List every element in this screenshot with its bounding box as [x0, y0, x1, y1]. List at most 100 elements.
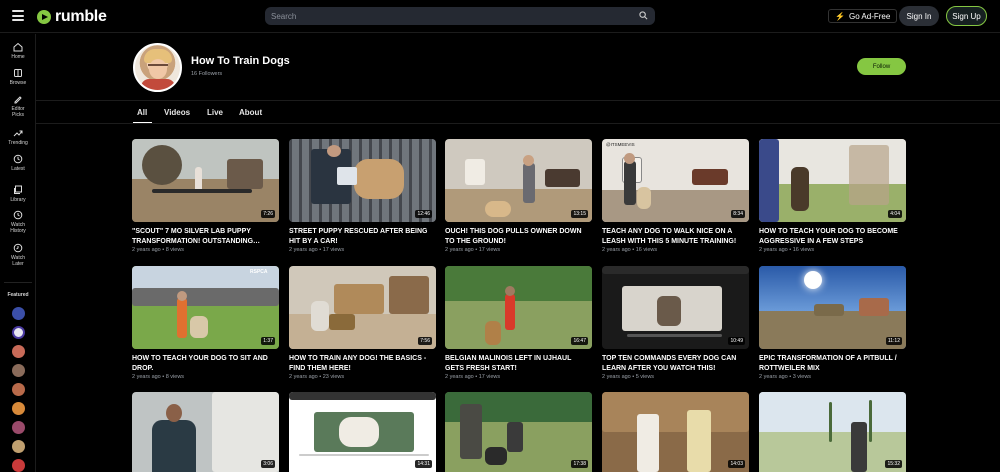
- video-thumbnail[interactable]: 10:49: [602, 266, 749, 349]
- video-thumbnail[interactable]: 14:03: [602, 392, 749, 472]
- video-meta: 2 years ago • 17 views: [289, 247, 345, 253]
- video-title[interactable]: TEACH ANY DOG TO WALK NICE ON A LEASH WI…: [602, 227, 749, 246]
- video-thumbnail[interactable]: 12:46: [289, 139, 436, 222]
- featured-channel-avatar[interactable]: [12, 326, 25, 339]
- video-card[interactable]: @ITSMEEVIS 8:34 TEACH ANY DOG TO WALK NI…: [602, 139, 749, 253]
- lightning-icon: ⚡: [835, 11, 845, 21]
- video-duration: 10:49: [728, 337, 745, 345]
- video-card[interactable]: 3:06: [132, 392, 279, 472]
- search-input[interactable]: [271, 9, 631, 23]
- sidebar-item-home[interactable]: Home: [0, 42, 36, 60]
- video-card[interactable]: 14:31: [289, 392, 436, 472]
- sidebar-item-watch-history[interactable]: Watch History: [0, 210, 36, 234]
- sidebar-item-label: Home: [11, 54, 25, 60]
- video-card[interactable]: 7:56 HOW TO TRAIN ANY DOG! THE BASICS - …: [289, 266, 436, 380]
- go-ad-free-button[interactable]: ⚡ Go Ad-Free: [828, 9, 898, 23]
- video-meta: 2 years ago • 8 views: [132, 247, 185, 253]
- video-card[interactable]: 13:15 OUCH! THIS DOG PULLS OWNER DOWN TO…: [445, 139, 592, 253]
- video-thumbnail[interactable]: 16:47: [445, 266, 592, 349]
- tab-live[interactable]: Live: [207, 108, 223, 117]
- video-card[interactable]: 15:32: [759, 392, 906, 472]
- video-thumbnail[interactable]: 13:15: [445, 139, 592, 222]
- video-duration: 14:03: [728, 460, 745, 468]
- video-title[interactable]: BELGIAN MALINOIS LEFT IN UJHAUL GETS FRE…: [445, 354, 592, 373]
- editor-picks-icon: [14, 96, 22, 104]
- rumble-logo[interactable]: rumble: [37, 8, 107, 26]
- sidebar-item-watch-later[interactable]: Watch Later: [0, 243, 36, 267]
- featured-channel-avatar[interactable]: [12, 402, 25, 415]
- tab-all[interactable]: All: [137, 108, 147, 117]
- featured-channel-avatar[interactable]: [12, 345, 25, 358]
- video-meta: 2 years ago • 17 views: [445, 247, 501, 253]
- video-title[interactable]: HOW TO TRAIN ANY DOG! THE BASICS - FIND …: [289, 354, 436, 373]
- video-card[interactable]: 4:04 HOW TO TEACH YOUR DOG TO BECOME AGG…: [759, 139, 906, 253]
- video-card[interactable]: 11:12 EPIC TRANSFORMATION OF A PITBULL /…: [759, 266, 906, 380]
- follow-button[interactable]: Follow: [857, 58, 906, 75]
- video-thumbnail[interactable]: 11:12: [759, 266, 906, 349]
- video-title[interactable]: EPIC TRANSFORMATION OF A PITBULL / ROTTW…: [759, 354, 906, 373]
- channel-followers: 16 Followers: [191, 71, 223, 77]
- video-card[interactable]: RSPCA 1:37 HOW TO TEACH YOUR DOG TO SIT …: [132, 266, 279, 380]
- video-title[interactable]: HOW TO TEACH YOUR DOG TO BECOME AGGRESSI…: [759, 227, 906, 246]
- video-title[interactable]: "SCOUT" 7 MO SILVER LAB PUPPY TRANSFORMA…: [132, 227, 279, 246]
- channel-name[interactable]: How To Train Dogs: [191, 55, 290, 67]
- video-meta: 2 years ago • 3 views: [759, 374, 812, 380]
- tab-about[interactable]: About: [239, 108, 262, 117]
- video-card[interactable]: 16:47 BELGIAN MALINOIS LEFT IN UJHAUL GE…: [445, 266, 592, 380]
- video-card[interactable]: 14:03: [602, 392, 749, 472]
- sign-in-button[interactable]: Sign In: [899, 6, 939, 26]
- video-meta: 2 years ago • 23 views: [289, 374, 345, 380]
- search-bar: [265, 7, 655, 25]
- sign-up-button[interactable]: Sign Up: [946, 6, 987, 26]
- sidebar-item-latest[interactable]: Latest: [0, 154, 36, 172]
- video-thumbnail[interactable]: 15:32: [759, 392, 906, 472]
- sidebar-item-label: Latest: [11, 166, 25, 172]
- search-icon[interactable]: [639, 11, 648, 20]
- video-thumbnail[interactable]: @ITSMEEVIS 8:34: [602, 139, 749, 222]
- video-card[interactable]: 12:46 STREET PUPPY RESCUED AFTER BEING H…: [289, 139, 436, 253]
- video-meta: 2 years ago • 17 views: [445, 374, 501, 380]
- sidebar-item-label: Library: [10, 197, 26, 203]
- tabs-divider: [36, 123, 1000, 124]
- library-icon: [14, 185, 22, 194]
- sidebar-item-browse[interactable]: Browse: [0, 68, 36, 86]
- video-card[interactable]: 7:26 "SCOUT" 7 MO SILVER LAB PUPPY TRANS…: [132, 139, 279, 253]
- watch-later-icon: [13, 243, 23, 253]
- featured-channel-avatar[interactable]: [12, 307, 25, 320]
- video-meta: 2 years ago • 8 views: [132, 374, 185, 380]
- video-card[interactable]: 17:38: [445, 392, 592, 472]
- featured-channel-avatar[interactable]: [12, 459, 25, 472]
- sidebar-item-library[interactable]: Library: [0, 185, 36, 203]
- video-thumbnail[interactable]: 14:31: [289, 392, 436, 472]
- video-thumbnail[interactable]: 7:56: [289, 266, 436, 349]
- video-title[interactable]: OUCH! THIS DOG PULLS OWNER DOWN TO THE G…: [445, 227, 592, 246]
- video-thumbnail[interactable]: RSPCA 1:37: [132, 266, 279, 349]
- video-duration: 7:26: [261, 210, 275, 218]
- video-title[interactable]: HOW TO TEACH YOUR DOG TO SIT AND DROP.: [132, 354, 279, 373]
- video-card[interactable]: 10:49 TOP TEN COMMANDS EVERY DOG CAN LEA…: [602, 266, 749, 380]
- channel-avatar[interactable]: [133, 43, 182, 92]
- video-thumbnail[interactable]: 7:26: [132, 139, 279, 222]
- sidebar-item-label: Trending: [8, 140, 28, 146]
- featured-channel-avatar[interactable]: [12, 440, 25, 453]
- header-divider: [36, 100, 1000, 101]
- tab-videos[interactable]: Videos: [164, 108, 190, 117]
- video-title[interactable]: TOP TEN COMMANDS EVERY DOG CAN LEARN AFT…: [602, 354, 749, 373]
- history-icon: [13, 210, 23, 220]
- featured-channel-avatar[interactable]: [12, 364, 25, 377]
- video-thumbnail[interactable]: 4:04: [759, 139, 906, 222]
- video-duration: 8:34: [731, 210, 745, 218]
- featured-channel-avatar[interactable]: [12, 421, 25, 434]
- sidebar-item-editor-picks[interactable]: Editor Picks: [0, 94, 36, 118]
- sidebar-item-trending[interactable]: Trending: [0, 128, 36, 146]
- video-duration: 7:56: [418, 337, 432, 345]
- video-title[interactable]: STREET PUPPY RESCUED AFTER BEING HIT BY …: [289, 227, 436, 246]
- video-thumbnail[interactable]: 3:06: [132, 392, 279, 472]
- menu-icon[interactable]: [12, 10, 24, 21]
- top-bar: rumble ⚡ Go Ad-Free Sign In Sign Up: [0, 0, 1000, 33]
- featured-channel-avatar[interactable]: [12, 383, 25, 396]
- go-ad-free-label: Go Ad-Free: [848, 11, 891, 21]
- video-thumbnail[interactable]: 17:38: [445, 392, 592, 472]
- video-duration: 16:47: [571, 337, 588, 345]
- video-duration: 12:46: [415, 210, 432, 218]
